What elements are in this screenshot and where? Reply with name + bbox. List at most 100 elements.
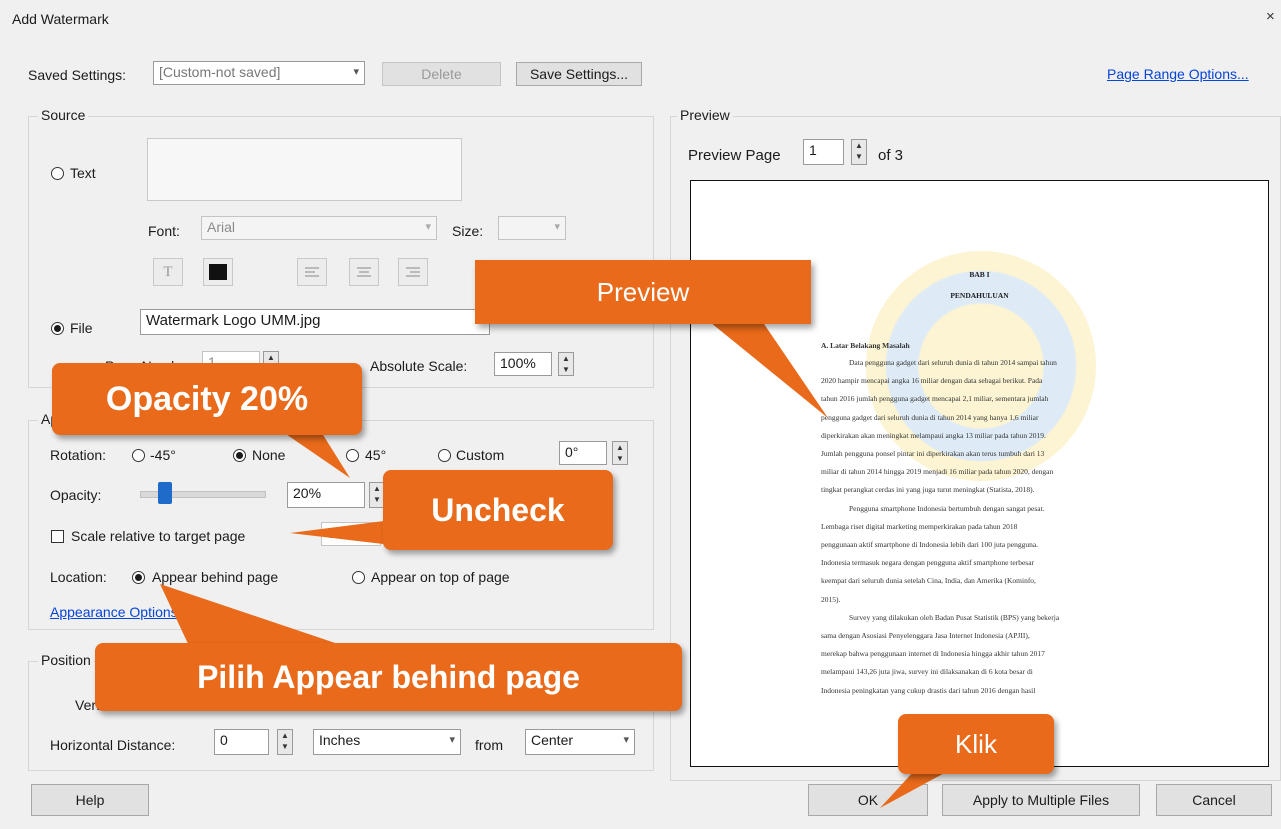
help-button[interactable]: Help [31,784,149,816]
rotation-neg45-radio[interactable] [132,449,145,462]
behind-callout: Pilih Appear behind page [95,643,682,711]
preview-page-label: Preview Page [688,147,781,164]
file-path-field[interactable]: Watermark Logo UMM.jpg [140,309,490,335]
from-label: from [475,737,503,753]
appearance-options-link[interactable]: Appearance Options... [50,604,189,620]
appear-on-top-radio[interactable] [352,571,365,584]
chevron-down-icon: ▾ [623,734,629,746]
location-label: Location: [50,569,107,585]
file-radio[interactable] [51,322,64,335]
doc-line: keempat dari seluruh dunia setelah Cina,… [821,576,1036,586]
doc-line: 2015). [821,594,841,604]
source-group-label: Source [38,107,89,123]
preview-callout: Preview [475,260,811,324]
text-radio[interactable] [51,167,64,180]
doc-line: Pengguna smartphone Indonesia bertumbuh … [849,503,1045,513]
opacity-field[interactable]: 20% [287,482,365,508]
doc-line: Survey yang dilakukan oleh Badan Pusat S… [849,612,1060,622]
align-center-button[interactable] [349,258,379,286]
dialog-title: Add Watermark [12,11,109,27]
horizontal-distance-field[interactable]: 0 [214,729,269,755]
preview-page-stepper[interactable]: ▲ ▼ [851,139,867,165]
horizontal-units-select[interactable]: Inches ▾ [313,729,461,755]
doc-line: miliar di tahun 2014 hingga 2019 menjadi… [821,467,1054,477]
cancel-button[interactable]: Cancel [1156,784,1272,816]
doc-line: Jumlah pengguna ponsel pintar ini diperk… [821,449,1045,458]
rotation-custom-field[interactable]: 0° [559,441,607,465]
doc-line: Data pengguna gadget dari seluruh dunia … [849,358,1057,367]
opacity-callout: Opacity 20% [52,363,362,435]
align-center-icon [357,267,371,277]
chevron-down-icon: ▾ [449,734,455,746]
saved-settings-label: Saved Settings: [28,67,127,83]
absolute-scale-label: Absolute Scale: [370,358,468,374]
doc-section-heading: A. Latar Belakang Masalah [821,341,910,350]
doc-line: Indonesia peningkatan yang cukup drastis… [821,685,1036,695]
text-radio-label: Text [70,165,96,181]
doc-line: pengguna gadget dari seluruh dunia di ta… [821,412,1039,422]
scale-relative-field[interactable]: 50% [321,522,381,546]
horizontal-distance-label: Horizontal Distance: [50,737,176,753]
file-radio-label: File [70,320,93,336]
rotation-label: Rotation: [50,447,107,463]
opacity-label: Opacity: [50,487,102,503]
saved-settings-value: [Custom-not saved] [159,64,281,80]
add-watermark-dialog: Add Watermark × Saved Settings: [Custom-… [0,0,1281,829]
doc-line: diperkirakan akan meningkat melampaui an… [821,430,1046,440]
ok-button[interactable]: OK [808,784,928,816]
klik-callout: Klik [898,714,1054,774]
size-label: Size: [452,223,484,239]
doc-line: merekap bahwa penggunaan internet di Ind… [821,649,1045,659]
doc-line: Indonesia termasuk negara dengan penggun… [821,558,1035,568]
chevron-down-icon: ▾ [554,221,560,233]
align-left-button[interactable] [297,258,327,286]
align-left-icon [305,267,319,277]
doc-line: tahun 2016 jumlah pengguna gadget mencap… [821,394,1049,404]
uncheck-callout: Uncheck [383,470,613,550]
scale-relative-checkbox[interactable] [51,530,64,543]
doc-line: 2020 hampir mencapai angka 16 miliar den… [821,376,1043,386]
rotation-none-radio[interactable] [233,449,246,462]
absolute-scale-field[interactable]: 100% [494,352,552,376]
opacity-slider-thumb[interactable] [157,482,172,504]
rotation-stepper[interactable]: ▲ ▼ [612,441,628,465]
apply-multiple-files-button[interactable]: Apply to Multiple Files [942,784,1140,816]
doc-line: Lembaga riset digital marketing memperki… [821,521,1018,531]
doc-line: penggunaan aktif smartphone di Indonesia… [821,540,1039,549]
appear-behind-radio[interactable] [132,571,145,584]
chevron-down-icon: ▾ [353,66,359,78]
doc-line: melampaui 143,26 juta jiwa, survey ini d… [821,667,1033,677]
font-label: Font: [148,223,180,239]
saved-settings-select[interactable]: [Custom-not saved] ▾ [153,61,365,85]
horizontal-from-value: Center [531,732,574,748]
rotation-45-radio[interactable] [346,449,359,462]
preview-page-field[interactable]: 1 [803,139,844,165]
chevron-down-icon: ▾ [425,221,431,233]
absolute-scale-stepper[interactable]: ▲ ▼ [558,352,574,376]
page-range-options-link[interactable]: Page Range Options... [1107,66,1249,82]
horizontal-units-value: Inches [319,732,361,748]
watermark-text-input[interactable] [147,138,462,201]
size-select[interactable]: ▾ [498,216,566,240]
text-style-button[interactable]: T [153,258,183,286]
doc-line: sama dengan Asosiasi Penyelenggara Jasa … [821,631,1030,640]
rotation-custom-label: Custom [456,447,505,463]
font-value: Arial [207,219,236,235]
preview-group-label: Preview [677,107,733,123]
save-settings-button[interactable]: Save Settings... [516,62,642,86]
text-color-button[interactable] [203,258,233,286]
rotation-none-label: None [252,447,286,463]
doc-line: tingkat perangkat cerdas ini yang juga t… [821,485,1035,495]
align-right-button[interactable] [398,258,428,286]
horizontal-from-select[interactable]: Center ▾ [525,729,635,755]
close-icon[interactable]: × [1266,8,1275,25]
font-select[interactable]: Arial ▾ [201,216,437,240]
color-swatch-icon [209,264,227,280]
horizontal-distance-stepper[interactable]: ▲ ▼ [277,729,293,755]
preview-page-count: of 3 [878,147,904,164]
rotation-45-label: 45° [365,447,387,463]
appear-behind-label: Appear behind page [152,569,279,585]
rotation-custom-radio[interactable] [438,449,451,462]
delete-button[interactable]: Delete [382,62,501,86]
position-group-label: Position [38,652,94,668]
